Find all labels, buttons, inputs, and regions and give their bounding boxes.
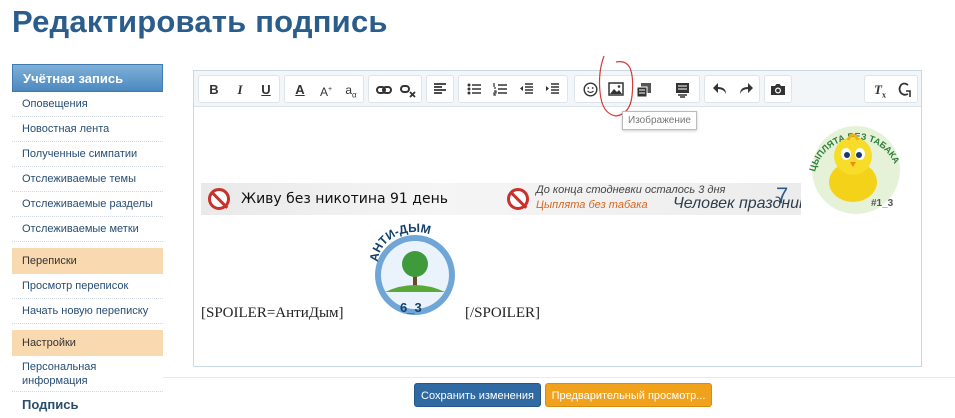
numbered-list-icon[interactable]	[489, 79, 511, 101]
signature-banner-image: Живу без никотина 91 день До конца стодн…	[201, 183, 801, 215]
sidebar-header-conversations[interactable]: Переписки	[12, 248, 163, 274]
outdent-icon[interactable]	[515, 79, 537, 101]
spoiler-close-tag: [/SPOILER]	[465, 305, 540, 321]
sidebar: Учётная запись Оповещения Новостная лент…	[12, 64, 163, 414]
redo-icon[interactable]	[735, 79, 757, 101]
image-icon[interactable]	[605, 79, 627, 101]
unlink-icon[interactable]	[397, 79, 419, 101]
smilie-icon[interactable]	[579, 79, 601, 101]
no-smoking-icon	[208, 188, 230, 210]
banner-text-group: Цыплята без табака	[536, 199, 648, 211]
chick-badge-image: ЦЫПЛЯТА БЕЗ ТАБАКА #1_3	[807, 126, 902, 214]
svg-text:#1_3: #1_3	[871, 198, 894, 209]
page-title: Редактировать подпись	[12, 4, 388, 39]
indent-icon[interactable]	[541, 79, 563, 101]
banner-text-days: Живу без никотина 91 день	[241, 191, 448, 207]
font-family-icon[interactable]: aα	[340, 79, 362, 101]
sidebar-header-settings[interactable]: Настройки	[12, 330, 163, 356]
camera-icon[interactable]	[767, 79, 789, 101]
svg-text:6_3: 6_3	[400, 300, 422, 315]
toggle-bbcode-icon[interactable]	[893, 79, 915, 101]
antidym-badge-image: АНТИ-ДЫМ 6_3	[367, 221, 455, 315]
undo-icon[interactable]	[709, 79, 731, 101]
bullet-list-icon[interactable]	[463, 79, 485, 101]
sidebar-item-signature[interactable]: Подпись	[12, 396, 163, 414]
sidebar-item-news-feed[interactable]: Новостная лента	[12, 117, 163, 142]
sidebar-item-alerts[interactable]: Оповещения	[12, 92, 163, 117]
sidebar-item-start-conversation[interactable]: Начать новую переписку	[12, 299, 163, 324]
spoiler-open-tag: [SPOILER=АнтиДым]	[201, 305, 344, 321]
remove-format-icon[interactable]: Tx	[869, 79, 891, 101]
no-smoking-icon	[507, 188, 529, 210]
media-icon[interactable]	[633, 79, 655, 101]
image-button-tooltip: Изображение	[622, 111, 697, 130]
sidebar-item-personal-details[interactable]: Персональная информация	[12, 356, 163, 392]
underline-icon[interactable]: U	[255, 79, 277, 101]
sidebar-item-watched-forums[interactable]: Отслеживаемые разделы	[12, 192, 163, 217]
font-size-icon[interactable]: A+	[315, 79, 337, 101]
banner-text-person: Человек праздник	[673, 195, 801, 212]
align-icon[interactable]	[429, 79, 451, 101]
italic-icon[interactable]: I	[229, 79, 251, 101]
text-color-icon[interactable]: A	[289, 79, 311, 101]
divider	[163, 377, 955, 378]
link-icon[interactable]	[373, 79, 395, 101]
editor-toolbar: B I U A A+ aα Tx	[194, 71, 921, 107]
insert-icon[interactable]	[671, 79, 693, 101]
sidebar-item-view-conversations[interactable]: Просмотр переписок	[12, 274, 163, 299]
sidebar-header-account[interactable]: Учётная запись	[12, 64, 163, 92]
save-changes-button[interactable]: Сохранить изменения	[414, 383, 541, 407]
sidebar-item-watched-threads[interactable]: Отслеживаемые темы	[12, 167, 163, 192]
bold-icon[interactable]: B	[203, 79, 225, 101]
sidebar-item-watched-tags[interactable]: Отслеживаемые метки	[12, 217, 163, 242]
sidebar-item-likes[interactable]: Полученные симпатии	[12, 142, 163, 167]
preview-button[interactable]: Предварительный просмотр...	[545, 383, 712, 407]
